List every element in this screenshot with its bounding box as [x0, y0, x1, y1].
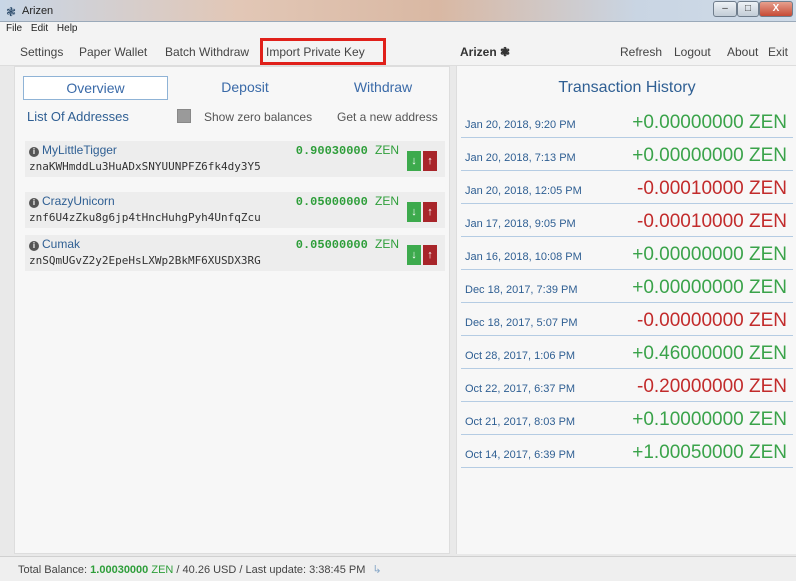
transaction-date: Oct 28, 2017, 1:06 PM [465, 350, 576, 362]
address-balance: 0.90030000 ZEN [295, 143, 399, 158]
tab-withdraw[interactable]: Withdraw [333, 76, 433, 100]
nav-refresh[interactable]: Refresh [620, 45, 662, 59]
transaction-amount: +0.10000000 ZEN [632, 409, 787, 430]
transaction-date: Oct 14, 2017, 6:39 PM [465, 449, 576, 461]
nav-exit[interactable]: Exit [768, 45, 788, 59]
transaction-date: Jan 17, 2018, 9:05 PM [465, 218, 576, 230]
deposit-arrow-icon[interactable]: ↓ [407, 245, 421, 265]
transaction-row[interactable]: Dec 18, 2017, 5:07 PM -0.00000000 ZEN [461, 308, 793, 336]
address-string: znf6U4zZku8g6jp4tHncHuhgPyh4UnfqZcu [29, 211, 261, 224]
total-balance-amount: 1.00030000 [90, 564, 149, 576]
arizen-logo-icon: ❃ [6, 5, 17, 19]
transaction-row[interactable]: Oct 14, 2017, 6:39 PM +1.00050000 ZEN [461, 440, 793, 468]
transaction-date: Dec 18, 2017, 5:07 PM [465, 317, 578, 329]
address-row[interactable]: i CrazyUnicorn 0.05000000 ZEN znf6U4zZku8… [25, 192, 445, 228]
transaction-date: Jan 20, 2018, 9:20 PM [465, 119, 576, 131]
get-new-address-button[interactable]: Get a new address [337, 110, 438, 124]
address-string: znaKWHmddLu3HuADxSNYUUNPFZ6fk4dy3Y5 [29, 160, 261, 173]
history-title: Transaction History [558, 79, 696, 96]
nav-paper-wallet[interactable]: Paper Wallet [79, 45, 147, 59]
tab-overview[interactable]: Overview [23, 76, 168, 100]
show-zero-label[interactable]: Show zero balances [204, 110, 312, 124]
transaction-date: Oct 22, 2017, 6:37 PM [465, 383, 576, 395]
tab-deposit[interactable]: Deposit [195, 76, 295, 100]
transaction-row[interactable]: Jan 20, 2018, 9:20 PM +0.00000000 ZEN [461, 110, 793, 138]
deposit-arrow-icon[interactable]: ↓ [407, 151, 421, 171]
transaction-amount: +1.00050000 ZEN [632, 442, 787, 463]
transaction-amount: -0.00010000 ZEN [637, 211, 787, 232]
transaction-row[interactable]: Jan 16, 2018, 10:08 PM +0.00000000 ZEN [461, 242, 793, 270]
window-title: Arizen [22, 5, 54, 17]
top-navigation: Settings Paper Wallet Batch Withdraw Imp… [0, 36, 796, 66]
address-row[interactable]: i Cumak 0.05000000 ZEN znSQmUGvZ2y2EpeHsL… [25, 235, 445, 271]
transaction-amount: -0.00000000 ZEN [637, 310, 787, 331]
transaction-amount: +0.00000000 ZEN [632, 244, 787, 265]
transaction-row[interactable]: Jan 20, 2018, 12:05 PM -0.00010000 ZEN [461, 176, 793, 204]
transaction-amount: +0.46000000 ZEN [632, 343, 787, 364]
transaction-amount: +0.00000000 ZEN [632, 145, 787, 166]
transaction-history-panel: Transaction History Jan 20, 2018, 9:20 P… [456, 66, 796, 554]
transaction-amount: +0.00000000 ZEN [632, 277, 787, 298]
menu-help[interactable]: Help [57, 22, 78, 36]
transaction-row[interactable]: Jan 17, 2018, 9:05 PM -0.00010000 ZEN [461, 209, 793, 237]
info-icon[interactable]: i [29, 241, 39, 251]
nav-settings[interactable]: Settings [20, 45, 63, 59]
address-balance: 0.05000000 ZEN [295, 194, 399, 209]
transaction-amount: -0.00010000 ZEN [637, 178, 787, 199]
withdraw-arrow-icon[interactable]: ↑ [423, 151, 437, 171]
nav-about[interactable]: About [727, 45, 758, 59]
transaction-row[interactable]: Dec 18, 2017, 7:39 PM +0.00000000 ZEN [461, 275, 793, 303]
nav-logout[interactable]: Logout [674, 45, 711, 59]
brand-label: Arizen ❃ [460, 45, 511, 59]
transaction-date: Jan 20, 2018, 12:05 PM [465, 185, 582, 197]
left-panel: Overview Deposit Withdraw List Of Addres… [14, 66, 450, 554]
transaction-date: Jan 16, 2018, 10:08 PM [465, 251, 582, 263]
withdraw-arrow-icon[interactable]: ↑ [423, 245, 437, 265]
maximize-button[interactable]: □ [737, 1, 759, 17]
address-row[interactable]: i MyLittleTigger 0.90030000 ZEN znaKWHmdd… [25, 141, 445, 177]
address-balance: 0.05000000 ZEN [295, 237, 399, 252]
withdraw-arrow-icon[interactable]: ↑ [423, 202, 437, 222]
minimize-button[interactable]: – [713, 1, 737, 17]
show-zero-checkbox[interactable] [177, 109, 191, 123]
transaction-date: Dec 18, 2017, 7:39 PM [465, 284, 578, 296]
transaction-row[interactable]: Oct 22, 2017, 6:37 PM -0.20000000 ZEN [461, 374, 793, 402]
info-icon[interactable]: i [29, 147, 39, 157]
address-name: Cumak [42, 237, 81, 251]
transaction-amount: -0.20000000 ZEN [637, 376, 787, 397]
transaction-row[interactable]: Oct 21, 2017, 8:03 PM +0.10000000 ZEN [461, 407, 793, 435]
total-balance-label: Total Balance: [18, 564, 88, 576]
sync-icon: ↳ [372, 564, 382, 576]
address-name: MyLittleTigger [42, 143, 117, 157]
balance-details: / 40.26 USD / Last update: 3:38:45 PM [176, 564, 366, 576]
window-titlebar: ❃ Arizen – □ X [0, 0, 796, 22]
address-name: CrazyUnicorn [42, 194, 115, 208]
addresses-title: List Of Addresses [27, 109, 129, 124]
status-bar: Total Balance: 1.00030000 ZEN / 40.26 US… [0, 556, 796, 581]
close-button[interactable]: X [759, 1, 793, 17]
deposit-arrow-icon[interactable]: ↓ [407, 202, 421, 222]
menu-edit[interactable]: Edit [31, 22, 48, 36]
transaction-row[interactable]: Jan 20, 2018, 7:13 PM +0.00000000 ZEN [461, 143, 793, 171]
address-string: znSQmUGvZ2y2EpeHsLXWp2BkMF6XUSDX3RG [29, 254, 261, 267]
menu-bar: File Edit Help [0, 22, 796, 36]
nav-import-private-key[interactable]: Import Private Key [266, 45, 365, 59]
transaction-amount: +0.00000000 ZEN [632, 112, 787, 133]
total-balance-unit: ZEN [151, 564, 174, 576]
transaction-date: Jan 20, 2018, 7:13 PM [465, 152, 576, 164]
transaction-date: Oct 21, 2017, 8:03 PM [465, 416, 576, 428]
nav-batch-withdraw[interactable]: Batch Withdraw [165, 45, 249, 59]
info-icon[interactable]: i [29, 198, 39, 208]
menu-file[interactable]: File [6, 22, 22, 36]
transaction-row[interactable]: Oct 28, 2017, 1:06 PM +0.46000000 ZEN [461, 341, 793, 369]
